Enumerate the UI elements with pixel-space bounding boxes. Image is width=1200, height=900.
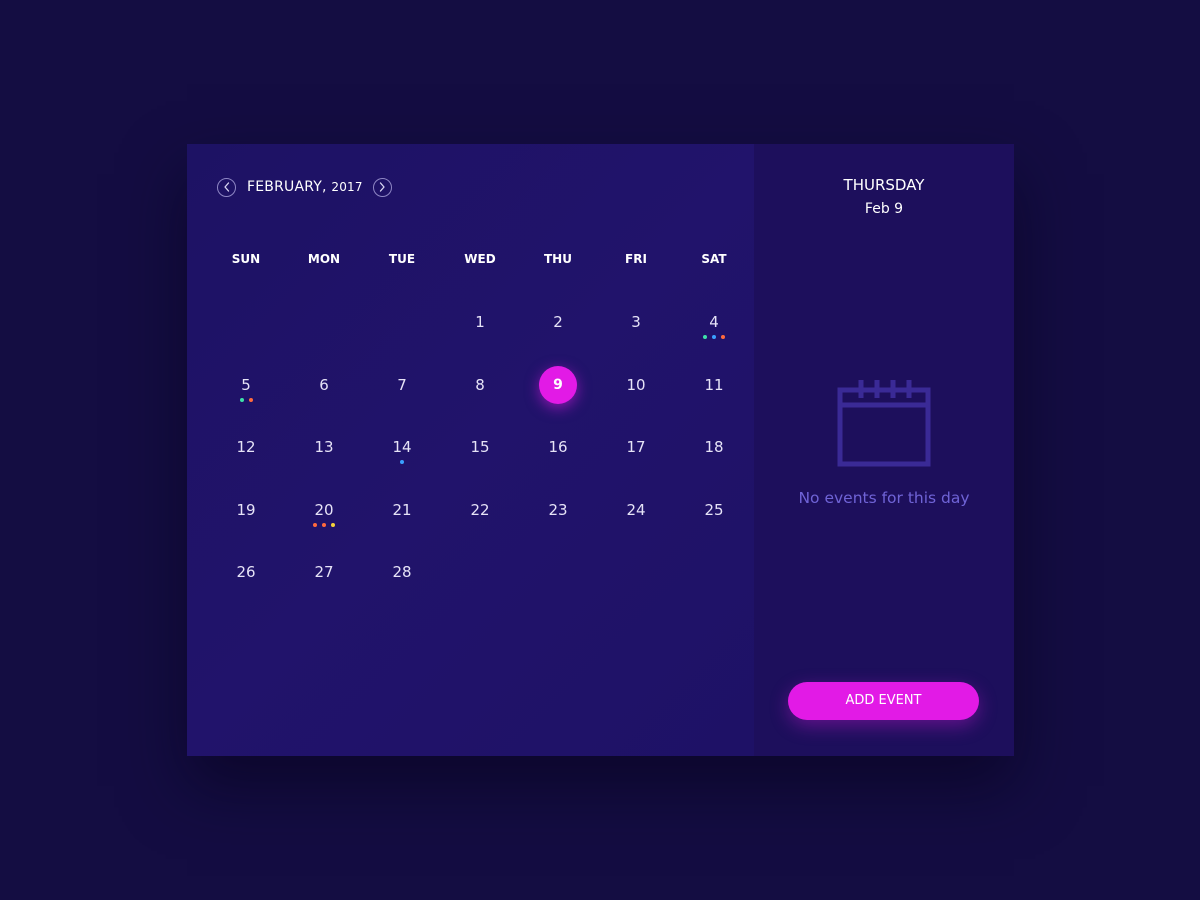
day-number: 18 xyxy=(704,438,724,456)
selected-day-cell[interactable]: 9 xyxy=(519,365,597,404)
day-number: 1 xyxy=(475,313,485,331)
year-label: 2017 xyxy=(331,180,363,194)
day-number: 9 xyxy=(539,365,577,404)
event-indicators xyxy=(363,460,441,464)
day-cell[interactable]: 24 xyxy=(597,492,675,528)
day-cell[interactable]: 13 xyxy=(285,429,363,465)
event-dot xyxy=(712,335,716,339)
day-cell[interactable]: 28 xyxy=(363,554,441,590)
weekday-mon: MON xyxy=(307,252,341,266)
day-number: 19 xyxy=(236,500,256,519)
day-number: 23 xyxy=(548,500,568,519)
weekday-wed: WED xyxy=(464,252,496,266)
day-number: 27 xyxy=(314,563,334,581)
day-cell[interactable]: 11 xyxy=(675,367,753,403)
day-cell[interactable]: 23 xyxy=(519,492,597,528)
event-indicators xyxy=(675,335,753,339)
month-title: FEBRUARY, 2017 xyxy=(247,179,363,195)
day-cell[interactable]: 17 xyxy=(597,429,675,465)
day-cell[interactable]: 2 xyxy=(519,304,597,340)
calendar-card: FEBRUARY, 2017 SUN MON TUE WED THU FRI S… xyxy=(187,144,1014,756)
day-number: 3 xyxy=(631,313,641,331)
day-number: 16 xyxy=(548,438,568,456)
day-cell[interactable]: 1 xyxy=(441,304,519,340)
chevron-left-icon xyxy=(223,182,229,192)
day-cell[interactable]: 27 xyxy=(285,554,363,590)
empty-day-cell xyxy=(207,304,285,340)
calendar-icon xyxy=(837,380,931,467)
day-cell[interactable]: 25 xyxy=(675,492,753,528)
day-number: 6 xyxy=(319,375,329,394)
event-dot xyxy=(239,397,244,402)
weekday-header: SUN MON TUE WED THU FRI SAT xyxy=(207,252,753,266)
day-number: 8 xyxy=(475,375,485,394)
day-cell[interactable]: 3 xyxy=(597,304,675,340)
calendar-panel: FEBRUARY, 2017 SUN MON TUE WED THU FRI S… xyxy=(187,144,754,756)
day-number: 13 xyxy=(314,438,334,456)
day-cell[interactable]: 22 xyxy=(441,492,519,528)
day-cell[interactable]: 10 xyxy=(597,367,675,403)
day-cell[interactable]: 14 xyxy=(363,429,441,465)
day-number: 7 xyxy=(397,375,407,394)
day-number: 22 xyxy=(470,500,490,519)
empty-day-cell xyxy=(285,304,363,340)
calendar-week-row: 26 27 28 xyxy=(207,554,753,617)
calendar-week-row: 5 6 7 8 9 10 11 xyxy=(207,365,753,430)
day-number: 11 xyxy=(704,375,724,394)
weekday-thu: THU xyxy=(544,252,572,266)
event-dot xyxy=(703,335,707,339)
calendar-week-row: 12 13 14 15 16 17 18 xyxy=(207,429,753,492)
day-number: 12 xyxy=(236,438,256,456)
empty-day-cell xyxy=(363,304,441,340)
weekday-fri: FRI xyxy=(625,252,647,266)
day-cell[interactable]: 26 xyxy=(207,554,285,590)
event-dot xyxy=(248,397,253,402)
day-number: 24 xyxy=(626,500,646,519)
selected-date: Feb 9 xyxy=(864,201,904,217)
day-cell[interactable]: 16 xyxy=(519,429,597,465)
day-cell[interactable]: 12 xyxy=(207,429,285,465)
no-events-message: No events for this day xyxy=(798,489,970,507)
day-cell[interactable]: 5 xyxy=(207,367,285,403)
calendar-header: FEBRUARY, 2017 xyxy=(217,176,392,198)
add-event-button[interactable]: ADD EVENT xyxy=(788,682,979,720)
day-detail-panel: THURSDAY Feb 9 No events for this day AD… xyxy=(754,144,1014,756)
event-indicators xyxy=(285,522,363,527)
day-cell[interactable]: 20 xyxy=(285,492,363,528)
day-number: 17 xyxy=(626,438,646,456)
event-dot xyxy=(721,335,725,339)
calendar-week-row: 19 20 21 22 23 24 25 xyxy=(207,492,753,555)
day-number: 28 xyxy=(392,563,412,581)
event-dot xyxy=(322,522,326,527)
day-cell[interactable]: 15 xyxy=(441,429,519,465)
days-grid: 1 2 3 4 5 6 7 8 9 10 11 12 13 14 15 16 17 18 19 20 21 22 23 24 2… xyxy=(207,304,753,617)
next-month-button[interactable] xyxy=(372,177,392,197)
day-number: 2 xyxy=(553,313,563,331)
day-cell[interactable]: 18 xyxy=(675,429,753,465)
day-cell[interactable]: 4 xyxy=(675,304,753,340)
day-number: 25 xyxy=(704,500,724,519)
day-cell[interactable]: 6 xyxy=(285,367,363,403)
day-cell[interactable]: 8 xyxy=(441,367,519,403)
day-number: 15 xyxy=(470,438,490,456)
selected-day-name: THURSDAY xyxy=(843,176,925,194)
day-cell[interactable]: 21 xyxy=(363,492,441,528)
event-dot xyxy=(331,522,335,527)
month-label: FEBRUARY, xyxy=(247,179,327,195)
event-dot xyxy=(313,522,317,527)
event-indicators xyxy=(207,397,285,402)
weekday-sun: SUN xyxy=(231,252,261,266)
day-cell[interactable]: 19 xyxy=(207,492,285,528)
calendar-week-row: 1 2 3 4 xyxy=(207,304,753,367)
weekday-sat: SAT xyxy=(701,252,727,266)
event-dot xyxy=(400,460,404,464)
day-number: 10 xyxy=(626,375,646,394)
day-cell[interactable]: 7 xyxy=(363,367,441,403)
day-number: 26 xyxy=(236,563,256,581)
prev-month-button[interactable] xyxy=(217,177,236,197)
weekday-tue: TUE xyxy=(388,252,416,266)
chevron-right-icon xyxy=(380,182,385,192)
day-number: 21 xyxy=(392,500,412,519)
